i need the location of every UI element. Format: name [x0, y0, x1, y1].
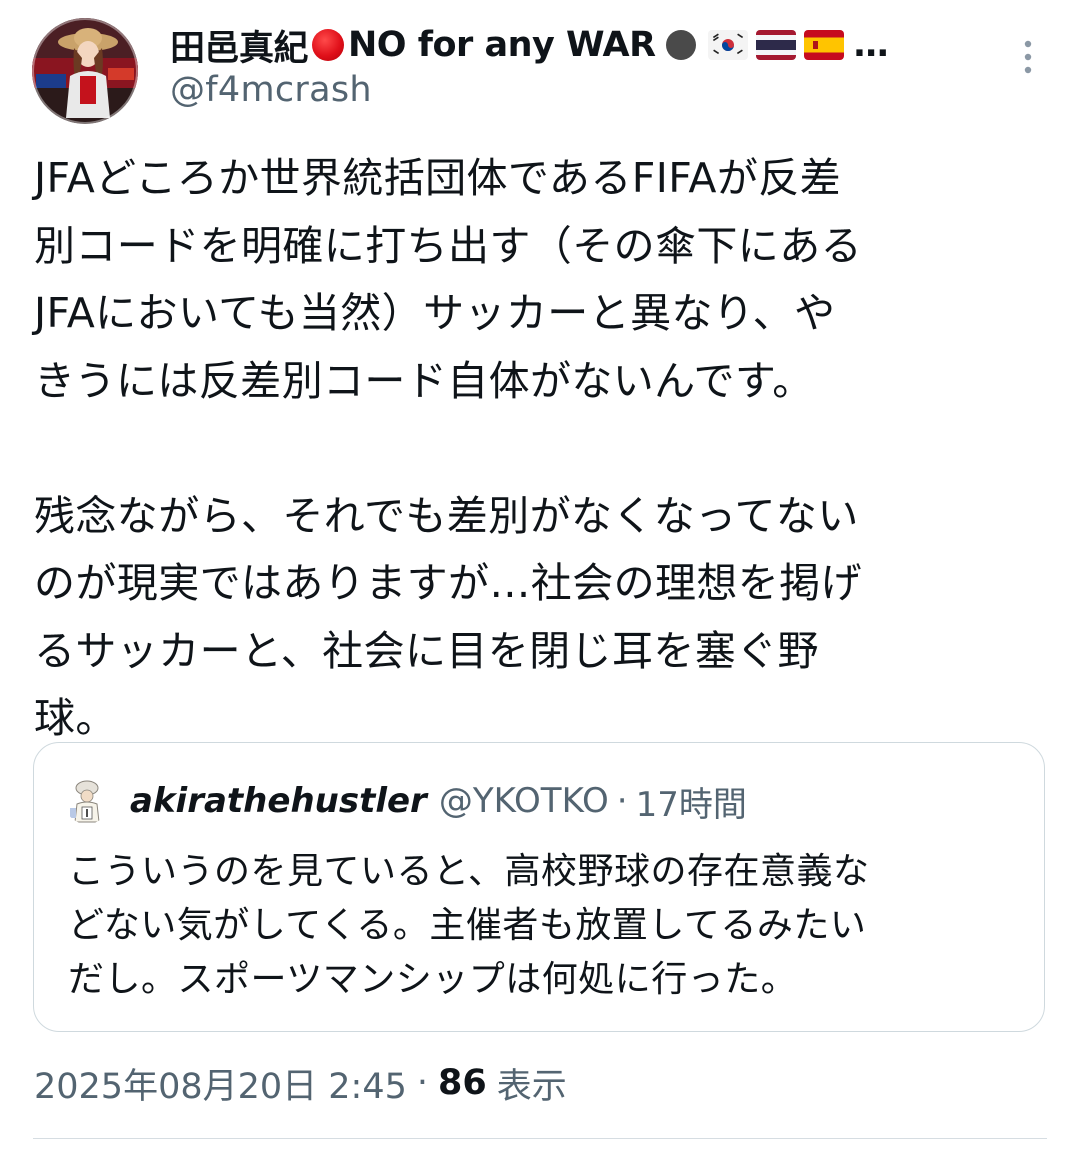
spain-flag-icon: [803, 30, 844, 60]
tweet-timestamp[interactable]: 2025年08月20日 2:45: [34, 1058, 407, 1109]
more-options-icon[interactable]: [1018, 38, 1038, 78]
view-count: 86: [438, 1063, 487, 1103]
author-display-name-slogan: NO for any WAR: [348, 25, 656, 65]
author-handle[interactable]: @f4mcrash: [170, 70, 372, 110]
author-name-row[interactable]: 田邑真紀 NO for any WAR …: [170, 20, 960, 70]
quoted-separator-dot: ·: [616, 781, 628, 821]
quoted-author-name: akirathehustler: [130, 781, 427, 821]
quoted-tweet-header: akirathehustler @YKOTKO · 17時間: [130, 773, 747, 829]
thailand-flag-icon: [755, 30, 796, 60]
black-circle-icon: [665, 30, 696, 60]
author-display-name: 田邑真紀: [170, 28, 309, 69]
tweet-text: JFAどころか世界統括団体であるFIFAが反差 別コードを明確に打ち出す（その傘…: [34, 154, 862, 742]
meta-separator-dot: ·: [416, 1063, 429, 1103]
south-korea-flag-icon: [707, 30, 748, 60]
view-count-label: 表示: [496, 1066, 567, 1107]
name-truncation-ellipsis: …: [853, 25, 889, 65]
tweet-detail: 田邑真紀 NO for any WAR … @f4mcrash JFAどころか世…: [0, 0, 1080, 1163]
quoted-author-avatar: [64, 778, 110, 824]
author-avatar[interactable]: [32, 18, 138, 124]
quoted-tweet-card[interactable]: akirathehustler @YKOTKO · 17時間 こういうのを見てい…: [33, 742, 1045, 1032]
divider: [33, 1138, 1047, 1139]
tweet-meta: 2025年08月20日 2:45 · 86 表示: [34, 1058, 567, 1108]
quoted-tweet-text: こういうのを見ていると、高校野球の存在意義な どない気がしてくる。主催者も放置し…: [68, 851, 870, 1000]
red-circle-icon: [312, 29, 345, 61]
quoted-author-handle: @YKOTKO: [438, 781, 609, 821]
quoted-tweet-time: 17時間: [635, 784, 747, 825]
